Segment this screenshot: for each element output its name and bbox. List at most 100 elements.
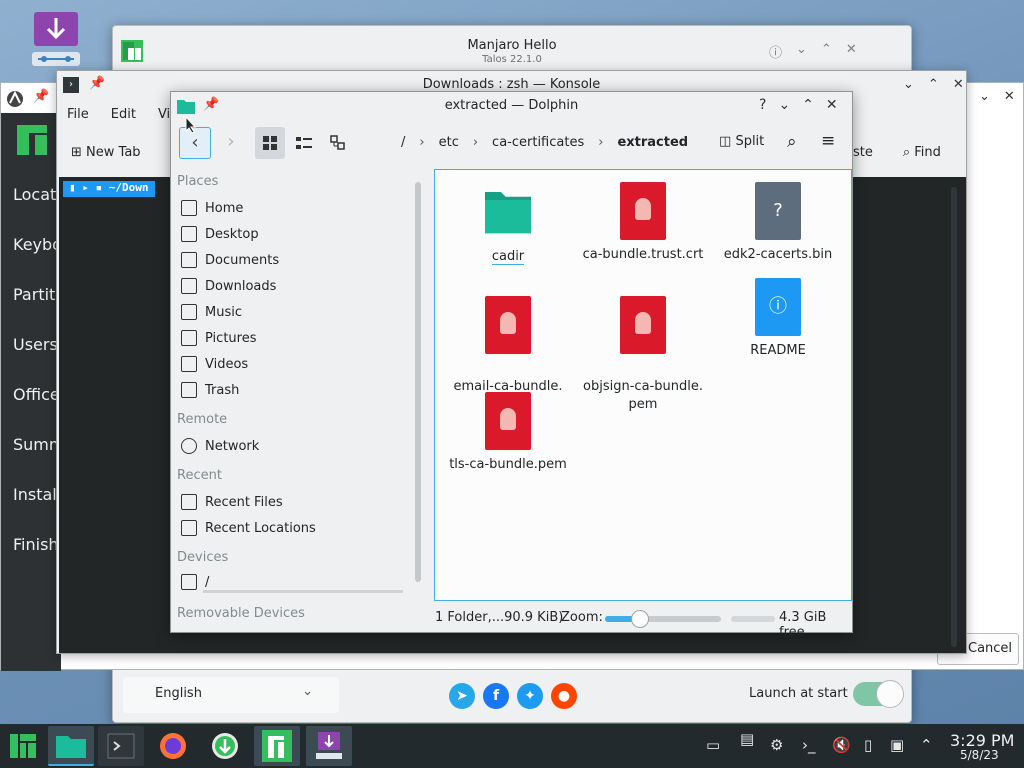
twitter-icon[interactable]: ✦ [517,683,543,709]
crumb-root[interactable]: / [401,135,405,150]
zoom-slider[interactable] [605,610,721,628]
chevron-right-icon: › [598,135,604,150]
telegram-icon[interactable]: ➤ [449,683,475,709]
battery-icon[interactable]: ▯ [864,736,872,754]
dolphin-window: 📌 extracted — Dolphin ? ⌄ ⌃ ✕ ‹ › / › et… [170,91,853,640]
free-space-bar [731,616,775,622]
terminal-icon [107,733,135,759]
taskbar-manjaro-hello[interactable] [254,726,300,766]
devices-header: Devices [177,550,229,565]
place-network[interactable]: Network [181,438,259,454]
close-icon[interactable]: ✕ [953,77,964,92]
trash-icon [181,382,197,398]
crumb-ca-certificates[interactable]: ca-certificates [492,135,584,150]
place-videos[interactable]: Videos [181,356,248,372]
minimize-icon[interactable]: ⌄ [903,77,914,92]
folder-icon [485,191,531,234]
home-icon [181,200,197,216]
taskbar-firefox[interactable] [150,726,196,766]
place-desktop[interactable]: Desktop [181,226,259,242]
taskbar-installer[interactable] [306,726,352,766]
minimize-icon[interactable]: ⌄ [796,42,807,61]
place-documents[interactable]: Documents [181,252,279,268]
new-tab-button[interactable]: ⊞ New Tab [71,145,141,160]
place-music[interactable]: Music [181,304,242,320]
breadcrumb: / › etc › ca-certificates › extracted [401,135,688,150]
place-downloads[interactable]: Downloads [181,278,276,294]
chevron-up-icon[interactable]: ⌃ [920,736,933,754]
hamburger-menu-icon[interactable]: ≡ [821,131,835,151]
maximize-icon[interactable]: ⌃ [821,42,832,61]
place-pictures[interactable]: Pictures [181,330,256,346]
file-name: README [750,343,806,358]
menu-edit[interactable]: Edit [111,107,136,122]
search-icon[interactable]: ⌕ [787,132,797,152]
icons-view-button[interactable] [255,127,285,159]
language-value: English [155,686,202,701]
info-icon[interactable]: ⓘ [769,42,782,61]
maximize-icon[interactable]: ⌃ [802,97,814,113]
volume-muted-icon[interactable]: 🔇 [832,736,851,754]
minimize-icon[interactable]: ⌄ [979,89,990,104]
file-name: edk2-cacerts.bin [723,247,833,262]
forward-button[interactable]: › [217,127,245,159]
facebook-icon[interactable]: f [483,683,509,709]
pin-icon[interactable]: 📌 [33,89,49,104]
close-icon[interactable]: ✕ [1004,89,1015,104]
show-desktop-icon[interactable]: ▭ [706,736,720,754]
taskbar-dolphin[interactable] [48,726,94,766]
installer-icon [316,732,342,759]
compact-view-button[interactable] [289,127,319,159]
file-view[interactable]: cadir ca-bundle.trust.crt ? edk2-cacerts… [434,169,852,601]
taskbar-konsole[interactable] [98,726,144,766]
file-item[interactable]: objsign-ca-bundle. pem [578,278,708,414]
downloads-icon [181,278,197,294]
network-settings-icon[interactable]: ⚙ [770,736,783,754]
clipboard-icon[interactable]: ▤ [740,730,754,748]
places-panel: Places Home Desktop Documents Downloads … [173,170,411,630]
help-icon[interactable]: ? [759,97,766,113]
menu-file[interactable]: File [67,107,89,122]
manjaro-logo-icon [10,734,36,758]
installer-sidebar: Locati Keybo Partiti Users Office Summ I… [1,113,64,671]
split-button[interactable]: ◫ Split [719,134,764,149]
terminal-scrollbar[interactable] [951,187,957,647]
place-home[interactable]: Home [181,200,243,216]
installer-desktop-icon[interactable] [32,10,80,66]
place-trash[interactable]: Trash [181,382,239,398]
terminal-prompt: ▮ ▸ ▪ ~/Down [63,181,155,197]
close-icon[interactable]: ✕ [846,42,857,61]
file-item[interactable]: tls-ca-bundle.pem [443,392,573,474]
launch-at-start-toggle[interactable] [853,680,904,708]
manjaro-logo-icon [262,730,292,762]
clock-date[interactable]: 5/8/23 [960,748,999,762]
find-button[interactable]: ⌕ Find [903,145,941,160]
certificate-icon [485,296,531,354]
status-text: 1 Folder,...90.9 KiB) [435,610,564,625]
file-item[interactable]: ? edk2-cacerts.bin [713,182,843,264]
file-item[interactable]: cadir [443,182,573,266]
application-launcher[interactable] [0,726,46,766]
crumb-extracted[interactable]: extracted [617,135,688,150]
details-view-button[interactable] [323,127,353,159]
places-scrollbar[interactable] [415,182,421,582]
new-tab-icon: ⊞ [71,145,82,160]
place-recent-files[interactable]: Recent Files [181,494,283,510]
place-recent-locations[interactable]: Recent Locations [181,520,316,536]
reddit-icon[interactable]: ● [551,683,577,709]
file-item[interactable]: ca-bundle.trust.crt [578,182,708,264]
maximize-icon[interactable]: ⌃ [928,77,939,92]
tree-icon [330,135,345,150]
network-wired-icon[interactable]: ▣ [890,736,904,754]
konsole-tray-icon[interactable]: ›_ [802,736,816,754]
crumb-etc[interactable]: etc [439,135,459,150]
installer-step-install: Instal [13,485,57,504]
language-select[interactable]: English ⌄ [123,677,339,713]
minimize-icon[interactable]: ⌄ [778,97,790,113]
place-root-device[interactable]: / [181,574,209,590]
file-name: tls-ca-bundle.pem [449,457,567,472]
installer-step-keyboard: Keybo [13,235,62,254]
close-icon[interactable]: ✕ [826,97,838,113]
taskbar-software-manager[interactable] [202,726,248,766]
file-item[interactable]: ⓘ README [713,278,843,360]
